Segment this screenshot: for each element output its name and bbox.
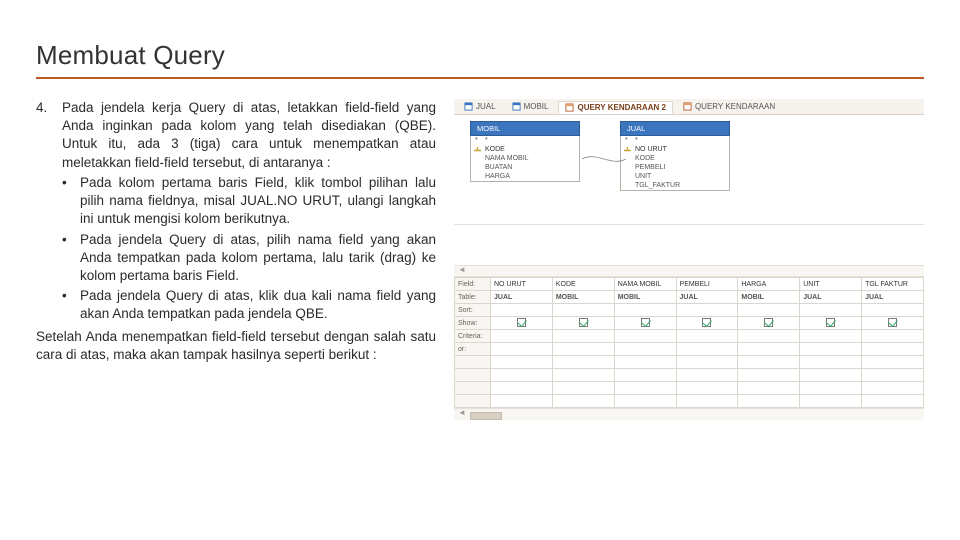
sub-step-1: Pada kolom pertama baris Field, klik tom… — [80, 174, 436, 229]
field-row[interactable]: KODE — [471, 145, 579, 154]
field-row[interactable]: NO URUT — [621, 145, 729, 154]
query-icon — [683, 102, 692, 111]
slide: Membuat Query 4. Pada jendela kerja Quer… — [0, 0, 960, 540]
rowlabel-or: or: — [455, 343, 491, 356]
row-sort: Sort: — [455, 304, 924, 317]
screenshot-column: JUAL MOBIL QUERY KENDARAAN 2 QUERY KENDA… — [454, 99, 924, 364]
object-tabs: JUAL MOBIL QUERY KENDARAAN 2 QUERY KENDA… — [454, 99, 924, 115]
step-number: 4. — [36, 99, 52, 172]
show-checkbox[interactable] — [676, 317, 738, 330]
tablebox-fieldlist: * KODE NAMA MOBIL BUATAN HARGA — [470, 136, 580, 182]
show-checkbox[interactable] — [800, 317, 862, 330]
field-row[interactable]: UNIT — [621, 172, 729, 181]
cell-field[interactable]: HARGA — [738, 278, 800, 291]
bullet: • — [62, 287, 72, 323]
field-row[interactable]: BUATAN — [471, 163, 579, 172]
bullet: • — [62, 231, 72, 286]
field-row[interactable]: TGL_FAKTUR — [621, 181, 729, 190]
row-field: Field: NO URUT KODE NAMA MOBIL PEMBELI H… — [455, 278, 924, 291]
step-intro: Pada jendela kerja Query di atas, letakk… — [62, 99, 436, 172]
sub-step-2: Pada jendela Query di atas, pilih nama f… — [80, 231, 436, 286]
horizontal-scrollbar[interactable] — [454, 408, 924, 420]
sub-step-3: Pada jendela Query di atas, klik dua kal… — [80, 287, 436, 323]
cell-table[interactable]: JUAL — [676, 291, 738, 304]
qbe-grid-area: Field: NO URUT KODE NAMA MOBIL PEMBELI H… — [454, 265, 924, 420]
rowlabel-criteria: Criteria: — [455, 330, 491, 343]
show-checkbox[interactable] — [614, 317, 676, 330]
content-columns: 4. Pada jendela kerja Query di atas, let… — [36, 99, 924, 364]
row-blank — [455, 369, 924, 382]
tab-jual[interactable]: JUAL — [458, 101, 502, 112]
table-box-mobil[interactable]: MOBIL * KODE NAMA MOBIL BUATAN HARGA — [470, 121, 580, 204]
cell-table[interactable]: JUAL — [862, 291, 924, 304]
page-title: Membuat Query — [36, 40, 924, 71]
relationship-line — [582, 155, 626, 163]
row-or: or: — [455, 343, 924, 356]
field-row[interactable]: PEMBELI — [621, 163, 729, 172]
field-row[interactable]: * — [621, 136, 729, 145]
splitter-bar[interactable] — [454, 265, 924, 277]
text-column: 4. Pada jendela kerja Query di atas, let… — [36, 99, 436, 364]
tab-mobil[interactable]: MOBIL — [506, 101, 555, 112]
cell-field[interactable]: NO URUT — [491, 278, 553, 291]
row-show: Show: — [455, 317, 924, 330]
tablebox-title: MOBIL — [470, 121, 580, 136]
cell-table[interactable]: MOBIL — [738, 291, 800, 304]
step-closer: Setelah Anda menempatkan field-field ter… — [36, 328, 436, 364]
tablebox-fieldlist: * NO URUT KODE PEMBELI UNIT TGL_FAKTUR — [620, 136, 730, 191]
cell-table[interactable]: MOBIL — [552, 291, 614, 304]
cell-table[interactable]: JUAL — [491, 291, 553, 304]
field-row[interactable]: NAMA MOBIL — [471, 154, 579, 163]
cell-field[interactable]: TGL FAKTUR — [862, 278, 924, 291]
show-checkbox[interactable] — [491, 317, 553, 330]
tablebox-title: JUAL — [620, 121, 730, 136]
tab-label: JUAL — [476, 102, 496, 111]
cell-field[interactable]: NAMA MOBIL — [614, 278, 676, 291]
table-box-jual[interactable]: JUAL * NO URUT KODE PEMBELI UNIT TGL_FAK… — [620, 121, 730, 204]
query-design-upper: MOBIL * KODE NAMA MOBIL BUATAN HARGA — [454, 115, 924, 225]
rowlabel-table: Table: — [455, 291, 491, 304]
row-blank — [455, 356, 924, 369]
field-row[interactable]: KODE — [621, 154, 729, 163]
bullet: • — [62, 174, 72, 229]
cell-field[interactable]: KODE — [552, 278, 614, 291]
cell-table[interactable]: JUAL — [800, 291, 862, 304]
field-row[interactable]: HARGA — [471, 172, 579, 181]
tab-query2[interactable]: QUERY KENDARAAN 2 — [558, 101, 672, 114]
row-criteria: Criteria: — [455, 330, 924, 343]
title-rule — [36, 77, 924, 79]
cell-field[interactable]: PEMBELI — [676, 278, 738, 291]
cell-table[interactable]: MOBIL — [614, 291, 676, 304]
show-checkbox[interactable] — [552, 317, 614, 330]
rowlabel-field: Field: — [455, 278, 491, 291]
table-icon — [464, 102, 473, 111]
cell-field[interactable]: UNIT — [800, 278, 862, 291]
rowlabel-show: Show: — [455, 317, 491, 330]
tab-label: QUERY KENDARAAN 2 — [577, 103, 665, 112]
tab-label: MOBIL — [524, 102, 549, 111]
rowlabel-sort: Sort: — [455, 304, 491, 317]
table-icon — [512, 102, 521, 111]
tab-query1[interactable]: QUERY KENDARAAN — [677, 101, 781, 112]
access-screenshot: JUAL MOBIL QUERY KENDARAAN 2 QUERY KENDA… — [454, 99, 924, 420]
qbe-grid: Field: NO URUT KODE NAMA MOBIL PEMBELI H… — [454, 277, 924, 408]
row-blank — [455, 382, 924, 395]
field-row[interactable]: * — [471, 136, 579, 145]
query-icon — [565, 103, 574, 112]
show-checkbox[interactable] — [862, 317, 924, 330]
row-blank — [455, 395, 924, 408]
row-table: Table: JUAL MOBIL MOBIL JUAL MOBIL JUAL … — [455, 291, 924, 304]
tab-label: QUERY KENDARAAN — [695, 102, 775, 111]
show-checkbox[interactable] — [738, 317, 800, 330]
